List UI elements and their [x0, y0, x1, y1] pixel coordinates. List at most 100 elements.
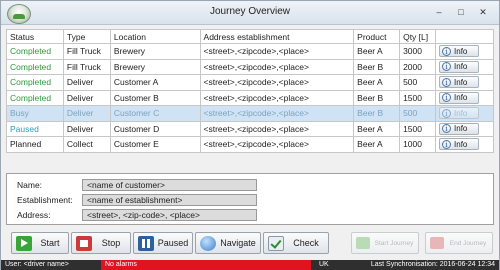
table-row[interactable]: Completed Fill Truck Brewery <street>,<z…	[6, 58, 494, 75]
info-label: Info	[454, 77, 468, 87]
location-cell: Customer C	[109, 105, 201, 122]
table-row[interactable]: Completed Deliver Customer A <street>,<z…	[6, 74, 494, 91]
info-button[interactable]: i Info	[439, 107, 480, 120]
info-icon: i	[442, 108, 452, 118]
info-icon: i	[442, 93, 452, 103]
info-icon: i	[442, 124, 452, 134]
play-icon	[16, 235, 32, 251]
status-bar: User: <driver name> No alarms UK Last Sy…	[1, 260, 499, 270]
location-cell: Brewery	[109, 43, 201, 60]
table-row[interactable]: Paused Deliver Customer D <street>,<zipc…	[6, 120, 494, 137]
product-cell: Beer B	[353, 58, 401, 75]
info-label: Info	[454, 46, 468, 56]
table-row-selected[interactable]: Busy Deliver Customer C <street>,<zipcod…	[6, 105, 494, 122]
end-journey-button[interactable]: End Journey	[425, 232, 493, 254]
stop-label: Stop	[101, 238, 121, 248]
product-cell: Beer B	[353, 105, 401, 122]
name-label: Name:	[17, 180, 43, 190]
address-cell: <street>,<zipcode>,<place>	[199, 120, 355, 137]
close-button[interactable]: ✕	[475, 5, 491, 19]
info-button[interactable]: i Info	[439, 45, 480, 58]
stop-icon	[76, 235, 92, 251]
info-label: Info	[454, 62, 468, 72]
end-journey-label: End Journey	[449, 239, 487, 247]
header-info	[435, 29, 494, 44]
qty-cell: 500	[399, 105, 437, 122]
paused-label: Paused	[157, 238, 189, 248]
type-cell: Fill Truck	[62, 58, 111, 75]
start-journey-button[interactable]: Start Journey	[351, 232, 419, 254]
status-cell: Paused	[6, 120, 64, 137]
start-label: Start	[40, 238, 60, 248]
header-type: Type	[62, 29, 111, 44]
qty-cell: 500	[399, 74, 437, 91]
info-button[interactable]: i Info	[439, 76, 480, 89]
establishment-value: <name of establishment>	[82, 194, 257, 206]
info-button[interactable]: i Info	[439, 60, 480, 73]
language-status: UK	[319, 261, 329, 268]
globe-icon	[200, 235, 216, 251]
start-button[interactable]: Start	[11, 232, 69, 254]
type-cell: Deliver	[62, 120, 111, 137]
info-button[interactable]: i Info	[439, 122, 480, 135]
address-label: Address:	[17, 210, 51, 220]
check-label: Check	[293, 238, 319, 248]
info-cell: i Info	[435, 105, 494, 122]
info-icon: i	[442, 139, 452, 149]
address-cell: <street>,<zipcode>,<place>	[199, 58, 355, 75]
product-cell: Beer A	[353, 74, 401, 91]
status-cell: Completed	[6, 58, 64, 75]
table-row[interactable]: Completed Deliver Customer B <street>,<z…	[6, 89, 494, 106]
info-label: Info	[454, 124, 468, 134]
minimize-button[interactable]: –	[431, 5, 447, 19]
check-button[interactable]: Check	[263, 232, 329, 254]
product-cell: Beer A	[353, 43, 401, 60]
status-cell: Busy	[6, 105, 64, 122]
journey-table: Status Type Location Address establishme…	[6, 29, 494, 153]
start-journey-label: Start Journey	[374, 239, 414, 247]
title-bar: Journey Overview – □ ✕	[1, 1, 499, 25]
type-cell: Deliver	[62, 89, 111, 106]
type-cell: Deliver	[62, 74, 111, 91]
product-cell: Beer A	[353, 136, 401, 153]
qty-cell: 1500	[399, 120, 437, 137]
stop-button[interactable]: Stop	[71, 232, 131, 254]
pause-icon	[138, 235, 154, 251]
info-cell: i Info	[435, 120, 494, 137]
status-cell: Completed	[6, 74, 64, 91]
header-product: Product	[353, 29, 401, 44]
customer-detail-panel: Name: <name of customer> Establishment: …	[6, 173, 494, 225]
address-cell: <street>,<zipcode>,<place>	[199, 74, 355, 91]
info-icon: i	[442, 46, 452, 56]
address-cell: <street>,<zipcode>,<place>	[199, 89, 355, 106]
paused-button[interactable]: Paused	[133, 232, 193, 254]
location-cell: Customer E	[109, 136, 201, 153]
qty-cell: 3000	[399, 43, 437, 60]
maximize-button[interactable]: □	[453, 5, 469, 19]
start-journey-icon	[356, 237, 370, 249]
status-cell: Completed	[6, 89, 64, 106]
table-row[interactable]: Planned Collect Customer E <street>,<zip…	[6, 136, 494, 153]
address-cell: <street>,<zipcode>,<place>	[199, 105, 355, 122]
info-icon: i	[442, 62, 452, 72]
info-button[interactable]: i Info	[439, 138, 480, 151]
address-value: <street>, <zip-code>, <place>	[82, 209, 257, 221]
user-status: User: <driver name>	[5, 261, 69, 268]
qty-cell: 1000	[399, 136, 437, 153]
table-row[interactable]: Completed Fill Truck Brewery <street>,<z…	[6, 43, 494, 60]
table-header-row: Status Type Location Address establishme…	[6, 29, 494, 44]
navigate-label: Navigate	[220, 238, 256, 248]
info-cell: i Info	[435, 74, 494, 91]
type-cell: Collect	[62, 136, 111, 153]
info-label: Info	[454, 108, 468, 118]
qty-cell: 2000	[399, 58, 437, 75]
address-cell: <street>,<zipcode>,<place>	[199, 43, 355, 60]
end-journey-icon	[430, 237, 444, 249]
sync-status: Last Synchronisation: 2016-06-24 12:34	[370, 261, 495, 268]
info-cell: i Info	[435, 89, 494, 106]
location-cell: Customer B	[109, 89, 201, 106]
info-button[interactable]: i Info	[439, 91, 480, 104]
info-label: Info	[454, 139, 468, 149]
type-cell: Deliver	[62, 105, 111, 122]
navigate-button[interactable]: Navigate	[195, 232, 261, 254]
